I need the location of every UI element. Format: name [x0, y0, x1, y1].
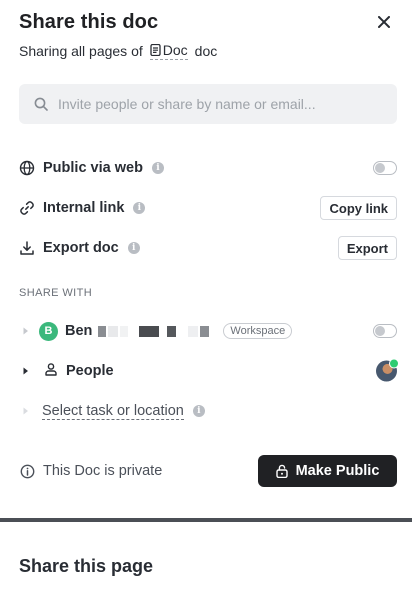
invite-search-box[interactable]: [19, 84, 397, 124]
workspace-badge: Workspace: [223, 323, 293, 339]
subtitle-prefix: Sharing all pages of: [19, 43, 143, 59]
download-icon: [19, 240, 35, 256]
invite-search-input[interactable]: [58, 96, 378, 112]
copy-link-button[interactable]: Copy link: [320, 196, 397, 220]
info-circle-icon: [19, 463, 35, 479]
close-button[interactable]: [374, 12, 394, 32]
user-avatar[interactable]: [376, 358, 399, 382]
export-button[interactable]: Export: [337, 236, 397, 260]
unlock-icon: [275, 464, 288, 478]
subtitle-suffix: doc: [194, 43, 218, 59]
internal-link-label: Internal link: [43, 200, 125, 216]
doc-link[interactable]: Doc: [149, 42, 188, 60]
select-task-location-link[interactable]: Select task or location: [42, 403, 184, 420]
people-row[interactable]: People: [19, 357, 399, 385]
caret-right-icon[interactable]: [22, 327, 30, 335]
public-web-label: Public via web: [43, 160, 143, 176]
caret-right-icon[interactable]: [22, 367, 30, 375]
public-web-row: Public via web i: [19, 154, 397, 182]
export-doc-label: Export doc: [43, 240, 119, 256]
info-icon[interactable]: i: [151, 162, 164, 174]
workspace-avatar: B: [39, 321, 58, 341]
search-icon: [34, 97, 48, 111]
make-public-button[interactable]: Make Public: [258, 455, 397, 487]
redacted-name: [96, 325, 210, 337]
internal-link-row: Internal link i Copy link: [19, 194, 397, 222]
select-location-row[interactable]: Select task or location i: [19, 397, 397, 425]
share-doc-title: Share this doc: [19, 11, 159, 33]
doc-icon: [150, 44, 161, 56]
workspace-name: Ben: [65, 323, 93, 339]
caret-right-icon: [22, 407, 30, 415]
make-public-label: Make Public: [295, 463, 380, 479]
section-divider: [0, 518, 412, 522]
export-doc-row: Export doc i Export: [19, 234, 397, 262]
share-page-title: Share this page: [19, 556, 154, 576]
globe-icon: [19, 160, 35, 176]
info-icon[interactable]: i: [133, 202, 146, 214]
privacy-text: This Doc is private: [43, 463, 163, 479]
share-subtitle: Sharing all pages of Doc doc: [19, 42, 217, 60]
doc-name: Doc: [162, 42, 188, 58]
info-icon[interactable]: i: [127, 242, 140, 254]
workspace-toggle[interactable]: [373, 324, 397, 338]
workspace-row[interactable]: B Ben Workspace: [19, 317, 397, 345]
close-icon: [378, 16, 390, 28]
link-icon: [19, 200, 35, 216]
share-with-heading: SHARE WITH: [19, 287, 93, 299]
info-icon[interactable]: i: [192, 405, 205, 417]
public-web-toggle[interactable]: [373, 161, 397, 175]
people-label: People: [66, 363, 114, 379]
person-icon: [44, 362, 58, 381]
